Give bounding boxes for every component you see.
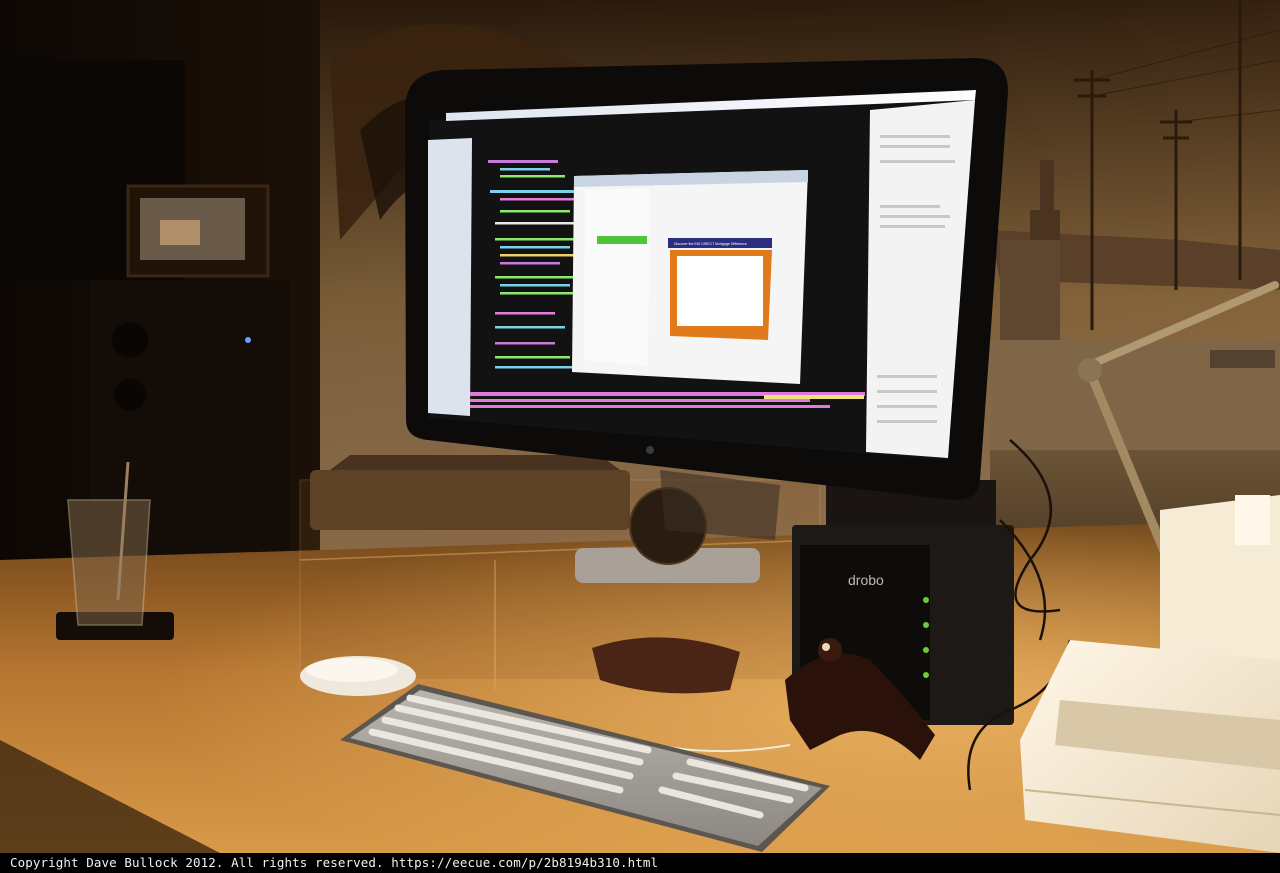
closed-laptop [310,470,630,530]
caption-bar: Copyright Dave Bullock 2012. All rights … [0,853,1280,873]
drobo-logo: drobo [848,572,884,588]
email-panel-title: Discover the INS DIRECT Mortgage Differe… [674,242,747,246]
desk-photo: drobo Discover the INS DIRECT Mortgage D… [0,0,1280,853]
copyright-caption: Copyright Dave Bullock 2012. All rights … [10,855,659,870]
mail-window: Discover the INS DIRECT Mortgage Differe… [572,170,808,384]
monitor-screen: Discover the INS DIRECT Mortgage Differe… [428,90,976,460]
